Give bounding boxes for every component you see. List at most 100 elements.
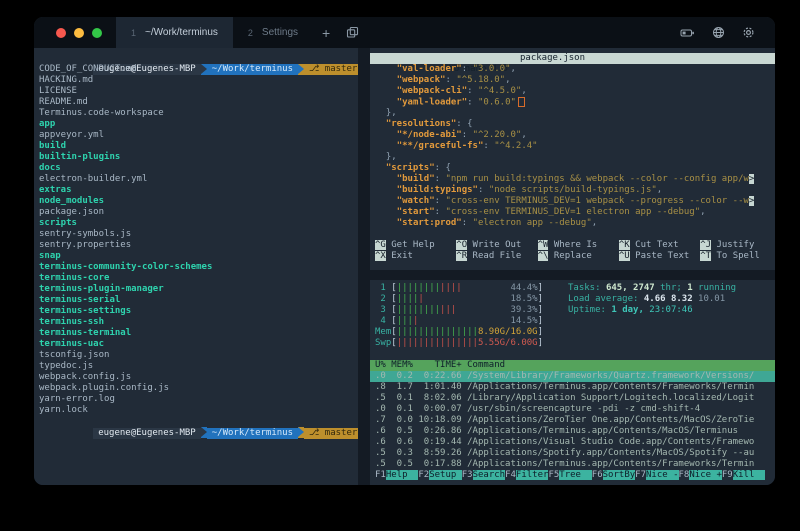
term-segment: , [521,130,526,140]
term-segment: > [749,196,754,206]
term-segment: "^5.18.0" [456,75,505,85]
term-segment: "**/graceful-fs" [397,141,484,151]
htop-info-line: Uptime: 1 day, 23:07:46 [568,305,736,316]
process-row[interactable]: .6 0.5 0:26.86 /Applications/Terminus.ap… [375,426,775,437]
term-segment: sentry.properties [39,240,131,250]
term-segment [375,207,397,217]
tab-settings[interactable]: 2 Settings [233,17,313,48]
term-segment: "^4.5.0" [478,86,521,96]
tab-title: ~/Work/terminus [145,27,218,38]
term-segment: terminus-settings [39,306,131,316]
process-rows: .0 0.2 0:22.66 /System/Library/Framework… [375,371,775,470]
process-row[interactable]: .5 0.3 8:59.26 /Applications/Spotify.app… [375,448,775,459]
nano-cursor [518,97,525,107]
process-table-header[interactable]: U% MEM% TIME+ Command [370,360,775,371]
term-segment [375,163,386,173]
process-row[interactable]: .0 0.1 0:00.07 /usr/sbin/screencapture -… [375,404,775,415]
fkey-action[interactable]: Nice - [646,470,679,480]
zoom-button[interactable] [92,28,102,38]
file-list-file: yarn.lock [39,405,358,416]
htop-meter-line: Mem[|||||||||||||||8.90G/16.0G] [375,327,775,338]
term-segment [462,283,511,293]
term-segment: Uptime: [568,305,611,315]
new-tab-button[interactable]: + [313,17,339,48]
fkey-action[interactable]: Setup [429,470,462,480]
globe-icon[interactable] [712,26,725,39]
terminal-pane-shell[interactable]: eugene@Eugenes-MBP~/Work/terminus⎇ maste… [34,48,358,485]
file-list-directory: terminus-serial [39,295,358,306]
htop-tasks-info: Tasks: 645, 2747 thr; 1 runningLoad aver… [568,283,736,316]
file-list-file: typedoc.js [39,361,358,372]
term-segment: Terminus.code-workspace [39,108,164,118]
term-segment: |||| [397,294,419,304]
process-row[interactable]: .8 1.7 1:01.40 /Applications/Terminus.ap… [375,382,775,393]
pane-area: eugene@Eugenes-MBP~/Work/terminus⎇ maste… [34,48,775,485]
close-button[interactable] [56,28,66,38]
terminal-pane-nano[interactable]: GNU nano 4.5 package.json "val-loader": … [370,48,775,270]
process-row[interactable]: .0 0.2 0:22.66 /System/Library/Framework… [370,371,775,382]
battery-icon[interactable] [680,27,695,39]
pane-divider-vertical[interactable] [358,48,370,485]
term-segment: HACKING.md [39,75,93,85]
nano-code-line: "build:typings": "node scripts/build-typ… [375,185,775,196]
split-pane-icon[interactable] [339,17,365,48]
gear-icon[interactable] [742,26,755,39]
term-segment: Load average: [568,294,644,304]
term-segment: : [467,98,478,108]
term-segment: build [39,141,66,151]
nano-code-line: }, [375,108,775,119]
htop-meter-line: Swp[|||||||||||||||5.55G/6.00G] [375,338,775,349]
file-list-directory: snap [39,251,358,262]
term-segment: , [511,64,516,74]
term-segment: electron-builder.yml [39,174,147,184]
fkey-action[interactable]: Search [473,470,506,480]
fkey-number: F2 [418,470,429,480]
term-segment: 4 [375,316,391,326]
title-bar[interactable]: 1 ~/Work/terminus 2 Settings + [34,17,775,48]
fkey-action[interactable]: Help [386,470,419,480]
process-row[interactable]: .5 0.5 0:17.88 /Applications/Terminus.ap… [375,459,775,470]
file-list-directory: terminus-core [39,273,358,284]
term-segment [375,218,397,228]
minimize-button[interactable] [74,28,84,38]
prompt-path: ~/Work/terminus [207,428,298,439]
term-segment: : [462,218,473,228]
fkey-action[interactable]: Kill [733,470,766,480]
process-row[interactable]: .5 0.1 8:02.06 /Library/Application Supp… [375,393,775,404]
fkey-action[interactable]: SortBy [603,470,636,480]
file-list-file: sentry.properties [39,240,358,251]
fkey-action[interactable]: Nice + [689,470,722,480]
term-segment: terminus-core [39,273,109,283]
term-segment: appveyor.yml [39,130,104,140]
term-segment: "watch" [397,196,435,206]
nano-code-line: "start:prod": "electron app --debug", [375,218,775,229]
term-segment: |||| [440,283,462,293]
process-row[interactable]: .7 0.0 10:18.09 /Applications/ZeroTier O… [375,415,775,426]
term-segment: ||||||||||||||| [397,338,478,348]
term-segment: ^\ [538,251,549,261]
term-segment: thr; [655,283,688,293]
term-segment: "^4.2.4" [494,141,537,151]
file-list-file: electron-builder.yml [39,174,358,185]
term-segment: package.json [39,207,104,217]
term-segment: , [700,207,705,217]
term-segment [375,98,397,108]
term-segment: Write Out [467,240,537,250]
process-row[interactable]: .6 0.6 0:19.44 /Applications/Visual Stud… [375,437,775,448]
term-segment [375,75,397,85]
terminal-pane-htop[interactable]: 1 [|||||||||||| 44.4%] 2 [||||| 18.5%] 3… [370,280,775,485]
term-segment: Swp [375,338,391,348]
prompt-line[interactable]: eugene@Eugenes-MBP~/Work/terminus⎇ maste… [39,416,358,427]
fkey-number: F5 [548,470,559,480]
term-segment: 2 [375,294,391,304]
fkey-number: F1 [375,470,386,480]
term-segment: terminus-uac [39,339,104,349]
term-segment: : [435,196,446,206]
term-segment: snap [39,251,61,261]
term-segment: ^K [619,240,630,250]
pane-divider-horizontal[interactable] [370,270,775,280]
tab-work-terminus[interactable]: 1 ~/Work/terminus [116,17,233,48]
fkey-action[interactable]: Filter [516,470,549,480]
fkey-action[interactable]: Tree [559,470,592,480]
term-segment: : [462,64,473,74]
